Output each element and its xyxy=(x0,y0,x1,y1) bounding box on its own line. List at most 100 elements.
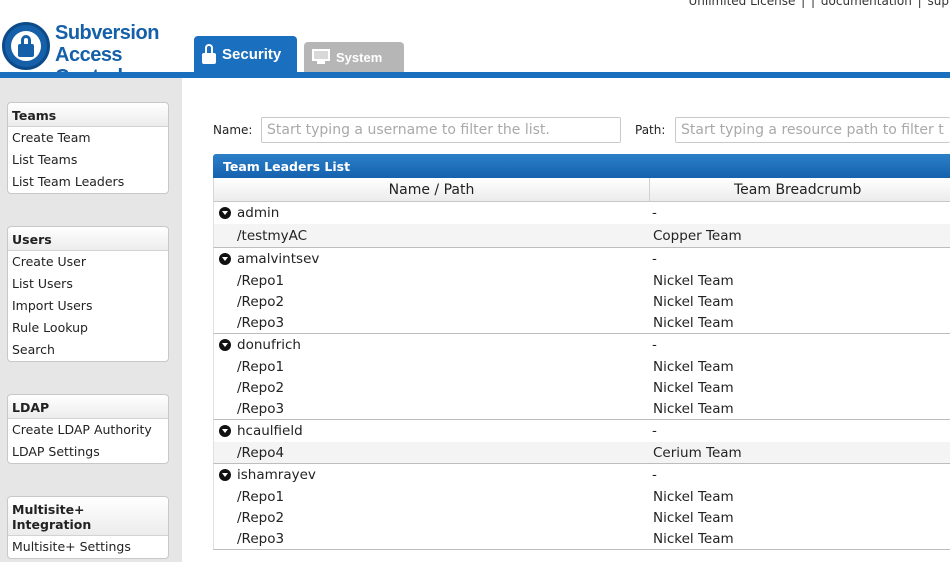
sidebar-group-title: Teams xyxy=(8,103,168,127)
lock-logo-icon xyxy=(2,22,50,70)
collapse-icon[interactable] xyxy=(219,207,231,219)
leader-group: admin - /testmyAC Copper Team xyxy=(213,202,950,248)
support-link[interactable]: sup xyxy=(928,0,949,8)
team-breadcrumb[interactable]: Nickel Team xyxy=(650,380,950,396)
documentation-link[interactable]: documentation xyxy=(821,0,912,8)
table-row: /testmyAC Copper Team xyxy=(214,224,950,247)
sidebar-item-create-team[interactable]: Create Team xyxy=(8,127,168,149)
column-header-team-breadcrumb[interactable]: Team Breadcrumb xyxy=(650,178,950,201)
path-filter-label: Path: xyxy=(635,123,666,137)
table-caption: Team Leaders List xyxy=(213,154,950,178)
sidebar-group-title: LDAP xyxy=(8,395,168,419)
leader-breadcrumb: - xyxy=(652,205,657,221)
team-breadcrumb[interactable]: Nickel Team xyxy=(650,273,950,289)
leader-breadcrumb: - xyxy=(652,251,657,267)
team-breadcrumb[interactable]: Nickel Team xyxy=(650,401,950,417)
leader-breadcrumb: - xyxy=(652,467,657,483)
collapse-icon[interactable] xyxy=(219,425,231,437)
resource-path: /Repo3 xyxy=(237,400,285,417)
leader-name: donufrich xyxy=(237,337,301,353)
collapse-icon[interactable] xyxy=(219,253,231,265)
sidebar-item-rule-lookup[interactable]: Rule Lookup xyxy=(8,317,168,339)
leader-breadcrumb: - xyxy=(652,423,657,439)
name-filter-input[interactable] xyxy=(261,117,621,143)
license-link[interactable]: Unlimited License xyxy=(689,0,796,8)
resource-path: /Repo2 xyxy=(237,379,285,396)
team-breadcrumb[interactable]: Nickel Team xyxy=(650,294,950,310)
team-breadcrumb[interactable]: Nickel Team xyxy=(650,359,950,375)
table-row: /Repo2 Nickel Team xyxy=(214,377,950,398)
tab-security[interactable]: Security xyxy=(194,36,297,72)
link-separator: | xyxy=(811,0,816,8)
leader-row[interactable]: ishamrayev - xyxy=(214,464,950,486)
sidebar-group-users: Users Create User List Users Import User… xyxy=(7,226,169,362)
leader-group: hcaulfield - /Repo4 Cerium Team xyxy=(213,420,950,464)
path-filter-input[interactable] xyxy=(675,117,950,143)
sidebar-item-create-ldap-authority[interactable]: Create LDAP Authority xyxy=(8,419,168,441)
column-header-name-path[interactable]: Name / Path xyxy=(214,178,650,201)
sidebar-item-multisite-settings[interactable]: Multisite+ Settings xyxy=(8,536,168,558)
sidebar-item-list-users[interactable]: List Users xyxy=(8,273,168,295)
sidebar-item-create-user[interactable]: Create User xyxy=(8,251,168,273)
sidebar: Teams Create Team List Teams List Team L… xyxy=(0,78,182,562)
leader-name: amalvintsev xyxy=(237,251,320,267)
sidebar-group-ldap: LDAP Create LDAP Authority LDAP Settings xyxy=(7,394,169,464)
leader-name: hcaulfield xyxy=(237,423,303,439)
leader-name: ishamrayev xyxy=(237,467,316,483)
leader-row[interactable]: amalvintsev - xyxy=(214,248,950,270)
logo-line-1: Subversion xyxy=(55,22,159,44)
sidebar-group-teams: Teams Create Team List Teams List Team L… xyxy=(7,102,169,194)
resource-path: /Repo1 xyxy=(237,272,285,289)
name-filter-label: Name: xyxy=(213,123,253,137)
leader-row[interactable]: admin - xyxy=(214,202,950,224)
collapse-icon[interactable] xyxy=(219,469,231,481)
leader-group: ishamrayev - /Repo1 Nickel Team /Repo2 N… xyxy=(213,464,950,550)
team-leaders-table: Team Leaders List Name / Path Team Bread… xyxy=(213,154,950,550)
team-breadcrumb[interactable]: Nickel Team xyxy=(650,510,950,526)
collapse-icon[interactable] xyxy=(219,339,231,351)
sidebar-item-list-teams[interactable]: List Teams xyxy=(8,149,168,171)
leader-group: amalvintsev - /Repo1 Nickel Team /Repo2 … xyxy=(213,248,950,334)
link-separator: | xyxy=(801,0,806,8)
top-links: Unlimited License | | documentation | su… xyxy=(688,0,950,8)
team-breadcrumb[interactable]: Nickel Team xyxy=(650,531,950,547)
resource-path: /testmyAC xyxy=(237,227,308,244)
team-breadcrumb[interactable]: Nickel Team xyxy=(650,315,950,331)
sidebar-item-ldap-settings[interactable]: LDAP Settings xyxy=(8,441,168,463)
leader-row[interactable]: donufrich - xyxy=(214,334,950,356)
tab-system[interactable]: System xyxy=(304,42,404,72)
resource-path: /Repo4 xyxy=(237,444,285,461)
team-breadcrumb[interactable]: Copper Team xyxy=(650,228,950,244)
table-row: /Repo3 Nickel Team xyxy=(214,398,950,419)
sidebar-item-search[interactable]: Search xyxy=(8,339,168,361)
table-row: /Repo1 Nickel Team xyxy=(214,270,950,291)
table-row: /Repo2 Nickel Team xyxy=(214,507,950,528)
team-breadcrumb[interactable]: Nickel Team xyxy=(650,489,950,505)
monitor-icon xyxy=(312,49,330,65)
tab-security-label: Security xyxy=(222,45,282,63)
link-separator: | xyxy=(917,0,922,8)
table-row: /Repo1 Nickel Team xyxy=(214,486,950,507)
table-row: /Repo2 Nickel Team xyxy=(214,291,950,312)
tab-system-label: System xyxy=(336,49,383,65)
sidebar-group-multisite: Multisite+ Integration Multisite+ Settin… xyxy=(7,496,169,559)
leader-group: donufrich - /Repo1 Nickel Team /Repo2 Ni… xyxy=(213,334,950,420)
leader-breadcrumb: - xyxy=(652,337,657,353)
resource-path: /Repo3 xyxy=(237,530,285,547)
resource-path: /Repo3 xyxy=(237,314,285,331)
sidebar-group-title: Multisite+ Integration xyxy=(8,497,168,536)
table-row: /Repo3 Nickel Team xyxy=(214,528,950,549)
sidebar-group-title: Users xyxy=(8,227,168,251)
app-logo[interactable]: Subversion Access Control xyxy=(2,20,192,88)
app-header: Unlimited License | | documentation | su… xyxy=(0,0,950,88)
leader-row[interactable]: hcaulfield - xyxy=(214,420,950,442)
sidebar-item-list-team-leaders[interactable]: List Team Leaders xyxy=(8,171,168,193)
resource-path: /Repo2 xyxy=(237,509,285,526)
resource-path: /Repo1 xyxy=(237,358,285,375)
table-row: /Repo1 Nickel Team xyxy=(214,356,950,377)
table-row: /Repo4 Cerium Team xyxy=(214,442,950,463)
team-breadcrumb[interactable]: Cerium Team xyxy=(650,445,950,461)
resource-path: /Repo2 xyxy=(237,293,285,310)
sidebar-item-import-users[interactable]: Import Users xyxy=(8,295,168,317)
leader-name: admin xyxy=(237,205,280,221)
